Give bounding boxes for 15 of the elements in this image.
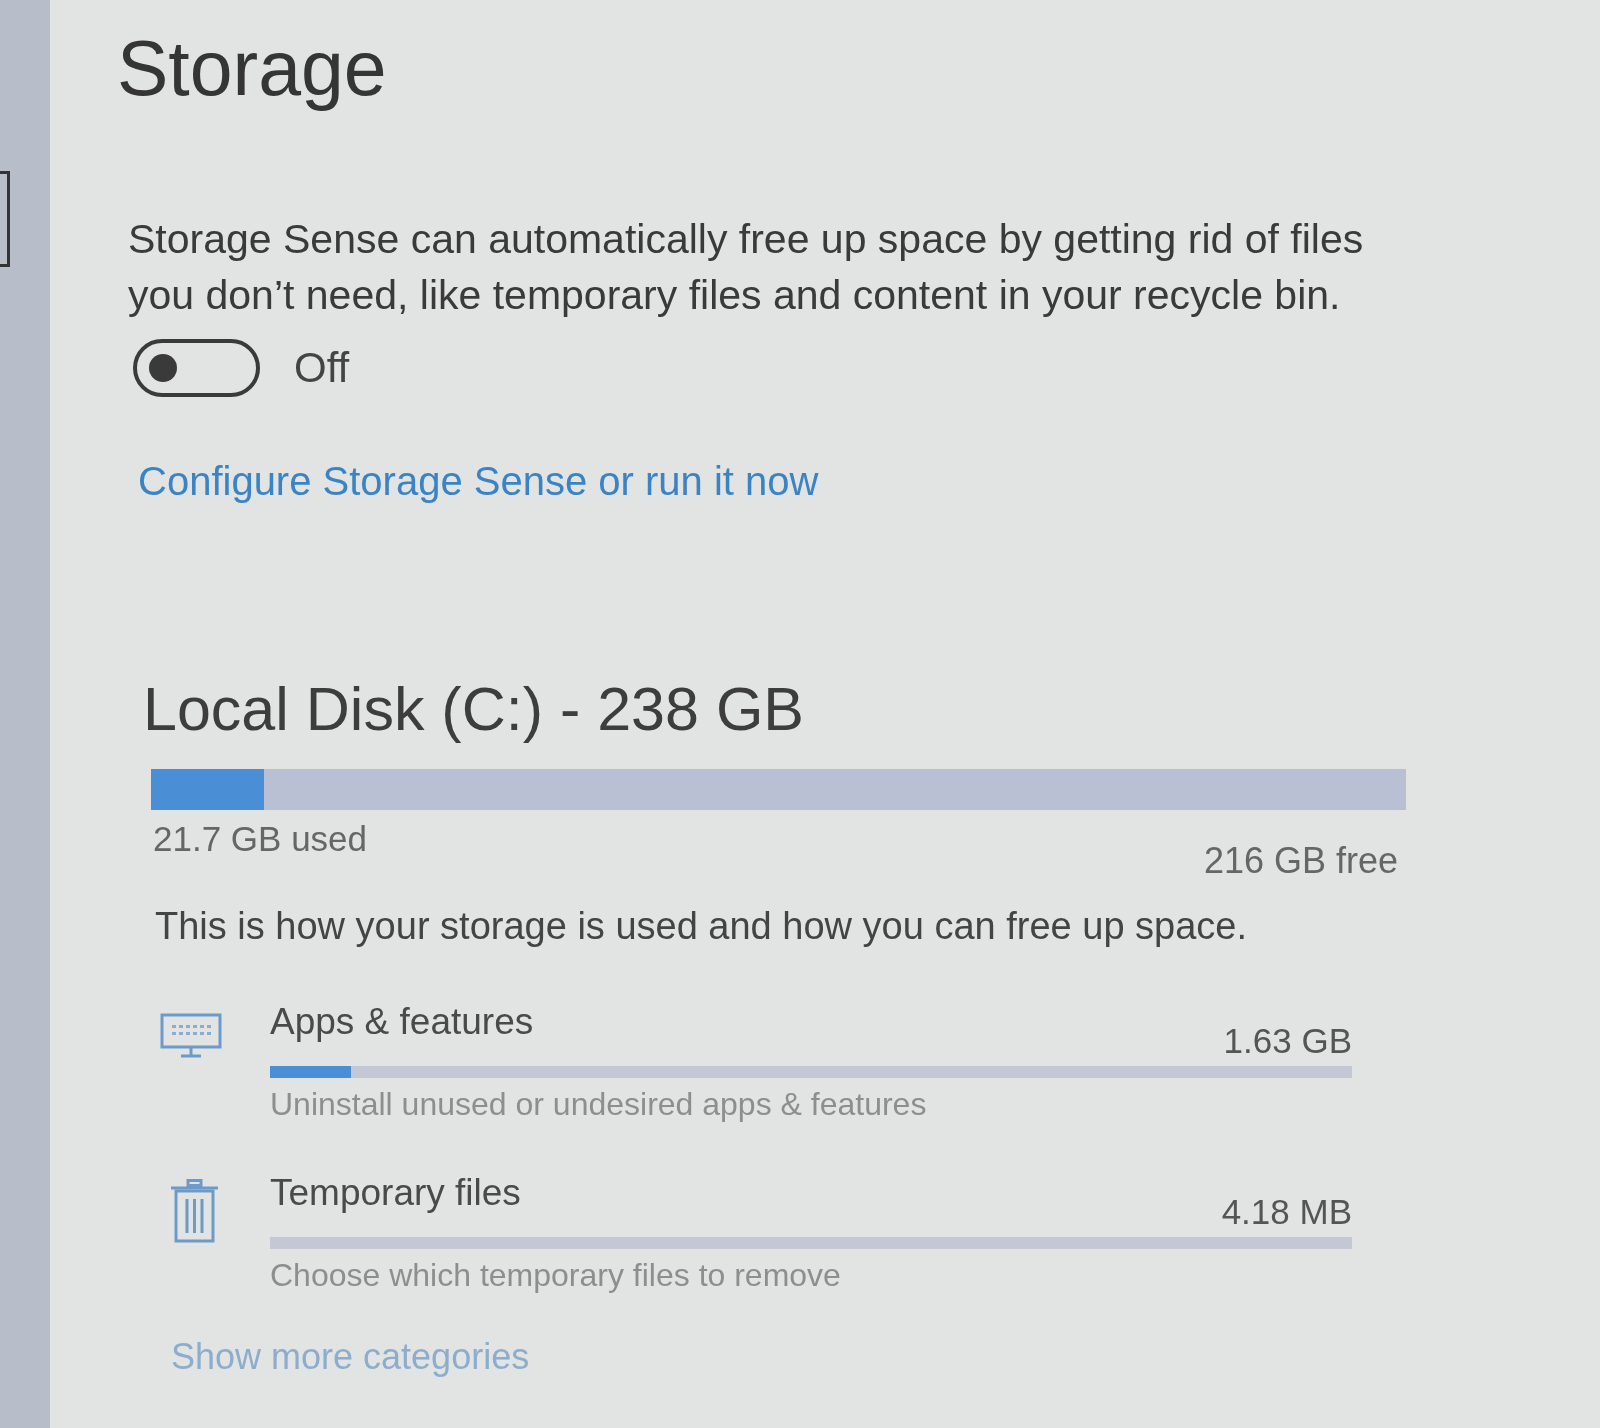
category-size: 4.18 MB — [1221, 1191, 1352, 1233]
used-space-label: 21.7 GB used — [153, 818, 368, 860]
monitor-icon — [160, 1013, 222, 1059]
free-space-label: 216 GB free — [1203, 839, 1398, 883]
trash-icon — [170, 1179, 219, 1243]
storage-sense-toggle[interactable] — [133, 339, 260, 397]
toggle-state-label: Off — [294, 343, 350, 393]
category-size: 1.63 GB — [1223, 1020, 1352, 1062]
category-subtitle: Choose which temporary files to remove — [270, 1256, 842, 1295]
category-subtitle: Uninstall unused or undesired apps & features — [270, 1085, 928, 1124]
drive-title: Local Disk (C:) - 238 GB — [143, 674, 805, 745]
category-title[interactable]: Apps & features — [270, 999, 534, 1045]
category-title[interactable]: Temporary files — [270, 1170, 521, 1216]
storage-sense-description: Storage Sense can automatically free up space by getting rid of files you don’t need, like temporary files and content in your recycle bin. — [128, 215, 1365, 320]
storage-usage-description: This is how your storage is used and how you can free up space. — [155, 904, 1248, 949]
